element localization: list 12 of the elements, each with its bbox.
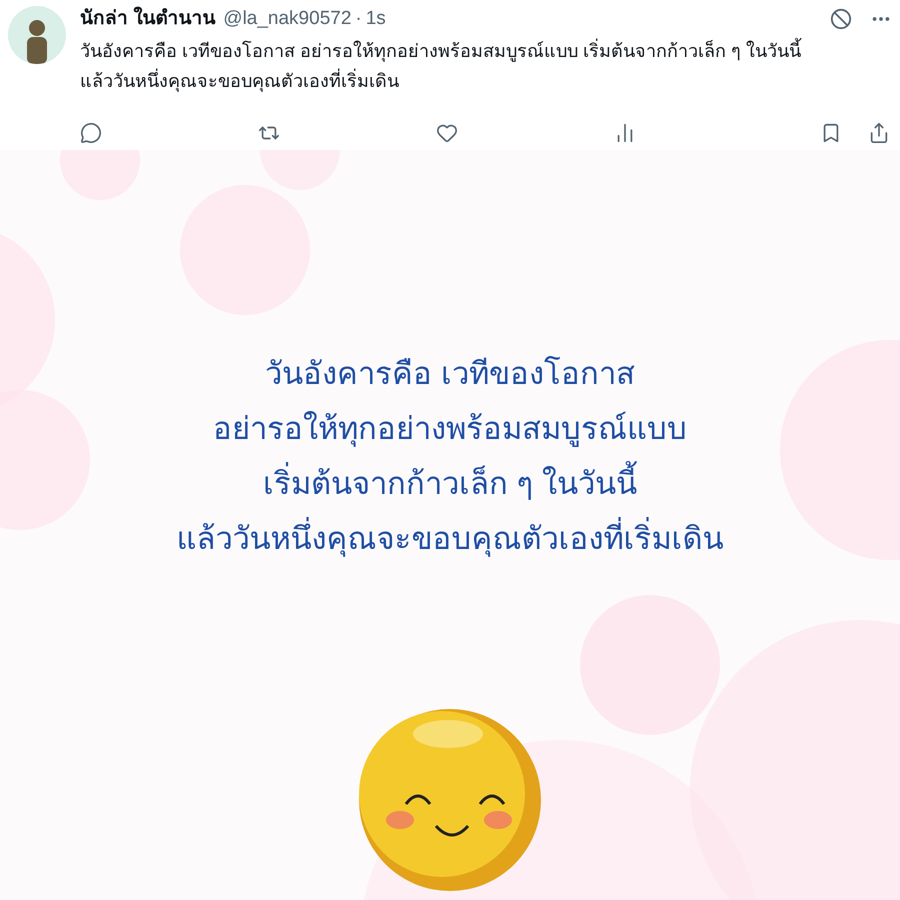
quote-line: แล้ววันหนึ่งคุณจะขอบคุณตัวเองที่เริ่มเดิน	[176, 511, 724, 566]
post-text: วันอังคารคือ เวทีของโอกาส อย่ารอให้ทุกอย่างพร้อมสมบูรณ์แบบ เริ่มต้นจากก้าวเล็ก ๆ ในวันนี้ แล้ววันหนึ่งคุณจะขอบคุณตัวเองที่เริ่มเดิน	[80, 36, 825, 96]
quote-line: อย่ารอให้ทุกอย่างพร้อมสมบูรณ์แบบ	[213, 410, 687, 449]
like-icon[interactable]	[436, 122, 458, 144]
quote-line: เริ่มต้นจากก้าวเล็ก ๆ ในวันนี้	[262, 456, 638, 511]
post-time[interactable]: 1s	[366, 4, 386, 34]
display-name[interactable]: นักล่า ในตำนาน	[80, 4, 216, 34]
user-handle[interactable]: @la_nak90572	[223, 4, 352, 34]
share-icon[interactable]	[868, 122, 890, 144]
separator: ·	[355, 6, 362, 31]
reply-icon[interactable]	[80, 122, 102, 144]
quote-line: วันอังคารคือ เวทีของโอกาส	[265, 355, 635, 393]
